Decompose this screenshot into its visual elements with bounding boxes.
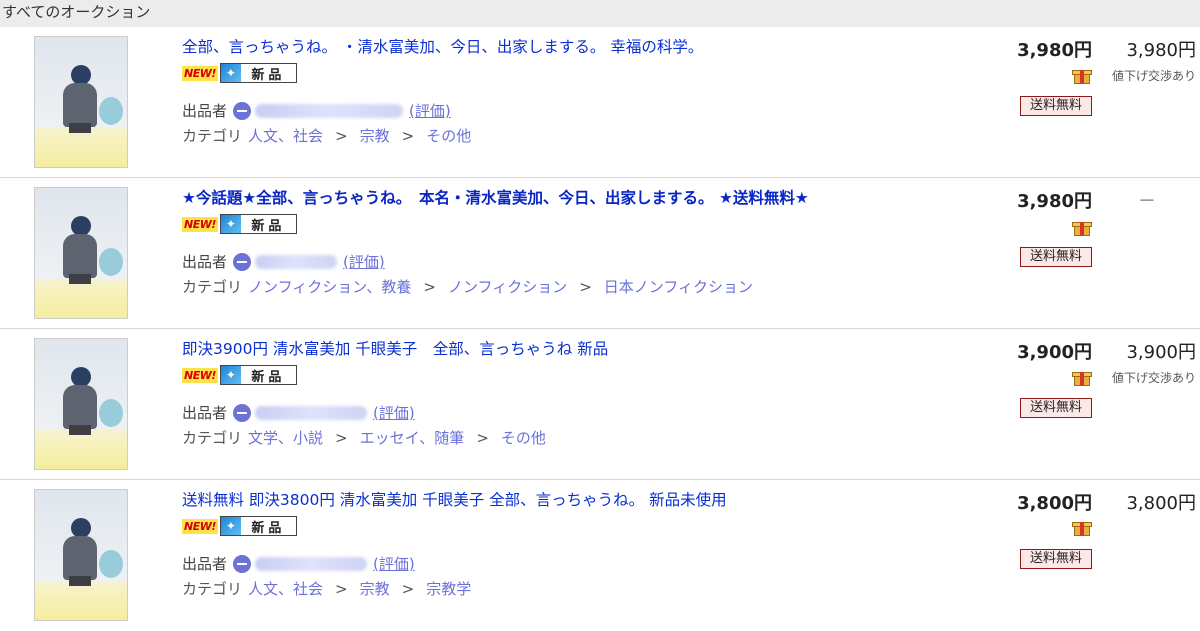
negotiable-label: 値下げ交渉あり bbox=[1111, 371, 1196, 385]
sparkle-icon: ✦ bbox=[220, 215, 241, 233]
current-price: 3,900円 bbox=[1017, 342, 1092, 363]
gift-box-icon bbox=[1072, 67, 1092, 85]
section-title: すべてのオークション bbox=[0, 0, 1200, 27]
new-badge: NEW! bbox=[182, 518, 218, 534]
category-link[interactable]: ノンフィクション、教養 bbox=[248, 278, 411, 296]
seller-id-blurred[interactable] bbox=[255, 556, 368, 571]
category-link[interactable]: 宗教学 bbox=[426, 580, 471, 598]
item-thumbnail[interactable] bbox=[34, 36, 128, 168]
item-badges: NEW! ✦ 新品 bbox=[182, 63, 297, 83]
listing-item: 全部、言っちゃうね。 ・清水富美加、今日、出家しまする。 幸福の科学。 NEW!… bbox=[0, 27, 1200, 178]
category-breadcrumb: カテゴリ ノンフィクション、教養 > ノンフィクション > 日本ノンフィクション bbox=[182, 278, 754, 296]
buyout-price: 3,980円 bbox=[1126, 40, 1196, 61]
seller-row: 出品者 (評価) bbox=[182, 553, 415, 574]
item-thumbnail[interactable] bbox=[34, 338, 128, 470]
listing-item: 送料無料 即決3800円 清水富美加 千眼美子 全部、言っちゃうね。 新品未使用… bbox=[0, 480, 1200, 631]
current-price: 3,800円 bbox=[1017, 493, 1092, 514]
seller-rating-link[interactable]: (評価) bbox=[343, 251, 385, 272]
item-title-link[interactable]: 即決3900円 清水富美加 千眼美子 全部、言っちゃうね 新品 bbox=[182, 339, 992, 359]
category-link[interactable]: 宗教 bbox=[360, 127, 390, 145]
sparkle-icon: ✦ bbox=[220, 517, 241, 535]
minus-circle-icon bbox=[233, 101, 252, 120]
item-thumbnail[interactable] bbox=[34, 489, 128, 621]
seller-label: 出品者 bbox=[182, 404, 228, 422]
negotiable-label: 値下げ交渉あり bbox=[1111, 69, 1196, 83]
category-link[interactable]: 宗教 bbox=[360, 580, 390, 598]
gift-box-icon bbox=[1072, 519, 1092, 537]
seller-label: 出品者 bbox=[182, 253, 228, 271]
seller-row: 出品者 (評価) bbox=[182, 402, 415, 423]
free-shipping-badge: 送料無料 bbox=[1020, 247, 1092, 267]
listing-item: ★今話題★全部、言っちゃうね。 本名・清水富美加、今日、出家しまする。 ★送料無… bbox=[0, 178, 1200, 329]
seller-rating-link[interactable]: (評価) bbox=[373, 553, 415, 574]
minus-circle-icon bbox=[233, 252, 252, 271]
seller-rating-link[interactable]: (評価) bbox=[373, 402, 415, 423]
current-price: 3,980円 bbox=[1017, 191, 1092, 212]
item-title-link[interactable]: 送料無料 即決3800円 清水富美加 千眼美子 全部、言っちゃうね。 新品未使用 bbox=[182, 490, 992, 510]
buyout-price: － bbox=[1138, 191, 1156, 212]
item-badges: NEW! ✦ 新品 bbox=[182, 516, 297, 536]
buyout-price: 3,900円 bbox=[1126, 342, 1196, 363]
new-badge: NEW! bbox=[182, 367, 218, 383]
seller-row: 出品者 (評価) bbox=[182, 251, 385, 272]
seller-id-blurred[interactable] bbox=[255, 405, 368, 420]
category-link[interactable]: その他 bbox=[501, 429, 546, 447]
listing-item: 即決3900円 清水富美加 千眼美子 全部、言っちゃうね 新品 NEW! ✦ 新… bbox=[0, 329, 1200, 480]
category-breadcrumb: カテゴリ 文学、小説 > エッセイ、随筆 > その他 bbox=[182, 429, 546, 447]
item-title-link[interactable]: 全部、言っちゃうね。 ・清水富美加、今日、出家しまする。 幸福の科学。 bbox=[182, 37, 992, 57]
category-breadcrumb: カテゴリ 人文、社会 > 宗教 > 宗教学 bbox=[182, 580, 472, 598]
minus-circle-icon bbox=[233, 554, 252, 573]
condition-badge: ✦ 新品 bbox=[219, 214, 297, 234]
gift-box-icon bbox=[1072, 219, 1092, 237]
seller-row: 出品者 (評価) bbox=[182, 100, 451, 121]
condition-badge: ✦ 新品 bbox=[219, 63, 297, 83]
category-link[interactable]: 人文、社会 bbox=[248, 580, 323, 598]
buyout-price: 3,800円 bbox=[1126, 493, 1196, 514]
gift-box-icon bbox=[1072, 369, 1092, 387]
seller-rating-link[interactable]: (評価) bbox=[409, 100, 451, 121]
item-title-link[interactable]: ★今話題★全部、言っちゃうね。 本名・清水富美加、今日、出家しまする。 ★送料無… bbox=[182, 188, 992, 208]
seller-id-blurred[interactable] bbox=[255, 254, 338, 269]
condition-badge: ✦ 新品 bbox=[219, 516, 297, 536]
item-badges: NEW! ✦ 新品 bbox=[182, 365, 297, 385]
category-link[interactable]: エッセイ、随筆 bbox=[360, 429, 465, 447]
item-badges: NEW! ✦ 新品 bbox=[182, 214, 297, 234]
free-shipping-badge: 送料無料 bbox=[1020, 96, 1092, 116]
free-shipping-badge: 送料無料 bbox=[1020, 398, 1092, 418]
seller-label: 出品者 bbox=[182, 102, 228, 120]
sparkle-icon: ✦ bbox=[220, 64, 241, 82]
category-link[interactable]: 文学、小説 bbox=[248, 429, 323, 447]
seller-label: 出品者 bbox=[182, 555, 228, 573]
free-shipping-badge: 送料無料 bbox=[1020, 549, 1092, 569]
category-link[interactable]: 日本ノンフィクション bbox=[604, 278, 753, 296]
category-link[interactable]: その他 bbox=[426, 127, 471, 145]
minus-circle-icon bbox=[233, 403, 252, 422]
new-badge: NEW! bbox=[182, 216, 218, 232]
current-price: 3,980円 bbox=[1017, 40, 1092, 61]
category-link[interactable]: 人文、社会 bbox=[248, 127, 323, 145]
category-link[interactable]: ノンフィクション bbox=[448, 278, 567, 296]
new-badge: NEW! bbox=[182, 65, 218, 81]
condition-badge: ✦ 新品 bbox=[219, 365, 297, 385]
category-breadcrumb: カテゴリ 人文、社会 > 宗教 > その他 bbox=[182, 127, 472, 145]
sparkle-icon: ✦ bbox=[220, 366, 241, 384]
seller-id-blurred[interactable] bbox=[255, 103, 404, 118]
item-thumbnail[interactable] bbox=[34, 187, 128, 319]
